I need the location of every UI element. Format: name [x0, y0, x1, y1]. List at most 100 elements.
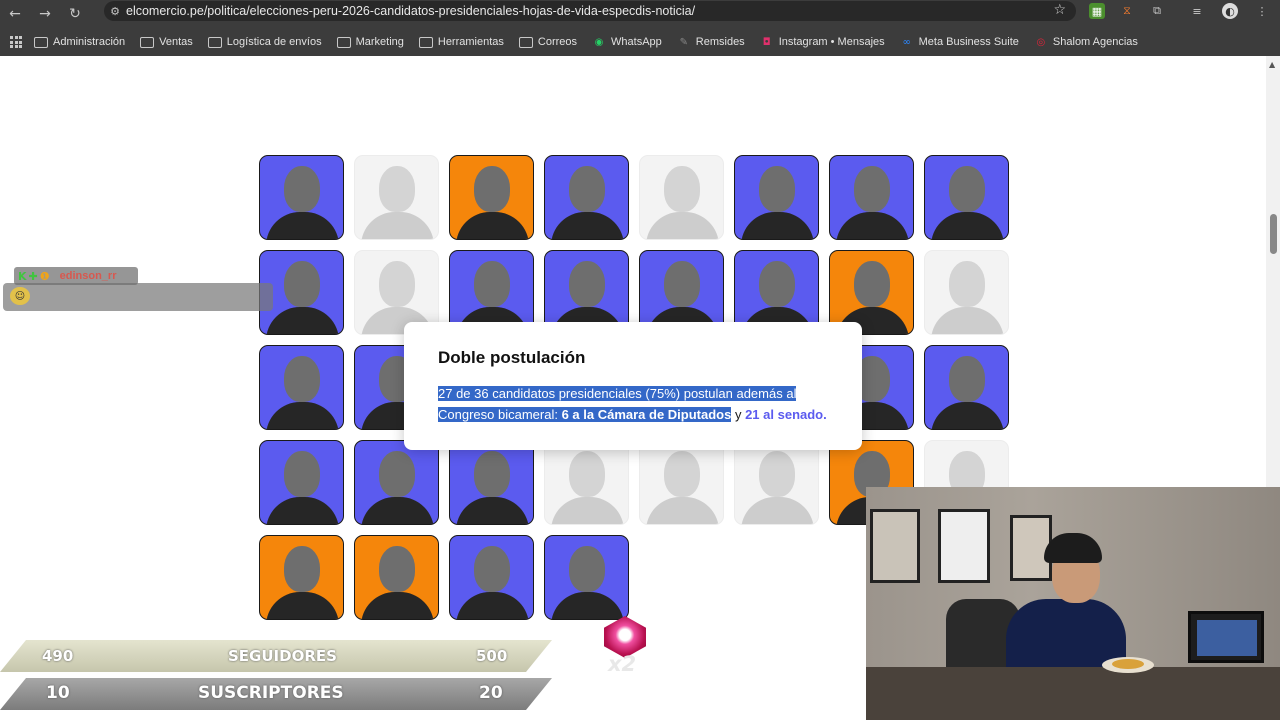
candidate-photo-body — [266, 307, 339, 334]
bookmark-remsides[interactable]: ✎ Remsides — [677, 36, 745, 48]
candidate-photo-head — [284, 356, 320, 402]
scroll-thumb[interactable] — [1270, 214, 1277, 254]
candidate-card[interactable] — [259, 535, 344, 620]
candidate-photo-head — [949, 261, 985, 307]
chat-user-tag: K ✚ ❶ edinson_rr — [14, 267, 138, 285]
candidate-photo-body — [361, 212, 434, 239]
candidate-photo-head — [949, 356, 985, 402]
media-control-icon[interactable]: ≡ — [1189, 3, 1205, 19]
candidate-photo-head — [854, 261, 890, 307]
candidate-photo-body — [646, 497, 719, 524]
candidate-card[interactable] — [829, 155, 914, 240]
back-button[interactable]: ← — [0, 0, 30, 28]
candidate-photo-head — [664, 166, 700, 212]
candidate-photo-body — [361, 592, 434, 619]
bookmark-ventas[interactable]: Ventas — [140, 36, 193, 48]
extension-icon-green[interactable]: ▦ — [1089, 3, 1105, 19]
instagram-icon: ◘ — [762, 36, 771, 48]
candidate-card[interactable] — [734, 155, 819, 240]
candidate-photo-head — [379, 261, 415, 307]
candidate-card[interactable] — [259, 345, 344, 430]
candidate-photo-head — [759, 261, 795, 307]
bookmark-star-icon[interactable]: ☆ — [1053, 2, 1066, 18]
candidate-photo-head — [759, 451, 795, 497]
folder-icon — [34, 36, 48, 48]
reload-button[interactable]: ↻ — [60, 0, 90, 28]
candidate-card[interactable] — [544, 535, 629, 620]
candidate-photo-body — [456, 497, 529, 524]
subscribers-goal: 20 — [479, 683, 503, 703]
bookmark-logistica[interactable]: Logística de envíos — [207, 36, 322, 48]
forward-button[interactable]: → — [30, 0, 60, 28]
candidate-card[interactable] — [259, 440, 344, 525]
candidate-photo-head — [759, 166, 795, 212]
candidate-photo-body — [266, 212, 339, 239]
candidate-photo-body — [741, 497, 814, 524]
scroll-up-arrow-icon[interactable]: ▲ — [1269, 60, 1275, 69]
candidate-photo-body — [741, 212, 814, 239]
level-badge-icon: ❶ — [39, 269, 50, 283]
candidate-card[interactable] — [449, 155, 534, 240]
candidate-card[interactable] — [449, 440, 534, 525]
candidate-card[interactable] — [924, 155, 1009, 240]
site-info-icon[interactable]: ⚙ — [104, 5, 126, 18]
popup-text-plain: y — [731, 407, 746, 422]
bookmark-shalom[interactable]: ◎ Shalom Agencias — [1034, 36, 1138, 48]
folder-icon — [336, 36, 351, 48]
candidate-card[interactable] — [639, 440, 724, 525]
emote-icon: ☺ — [10, 287, 30, 305]
candidate-card[interactable] — [639, 155, 724, 240]
plus-badge-icon: ✚ — [28, 269, 38, 283]
candidate-photo-head — [569, 261, 605, 307]
url-text[interactable]: elcomercio.pe/politica/elecciones-peru-2… — [126, 4, 695, 18]
candidate-photo-body — [551, 497, 624, 524]
candidate-photo-head — [474, 451, 510, 497]
candidate-photo-head — [379, 451, 415, 497]
candidate-photo-head — [379, 546, 415, 592]
candidate-card[interactable] — [354, 155, 439, 240]
candidate-card[interactable] — [354, 440, 439, 525]
extensions-puzzle-icon[interactable]: ⧉ — [1149, 3, 1165, 19]
bookmark-correos[interactable]: Correos — [518, 36, 577, 48]
menu-dots-icon[interactable]: ⋮ — [1254, 3, 1270, 19]
bookmark-meta[interactable]: ∞ Meta Business Suite — [900, 36, 1018, 48]
candidate-photo-body — [266, 497, 339, 524]
bookmark-marketing[interactable]: Marketing — [336, 36, 404, 48]
extension-icon-orange[interactable]: ⧖ — [1119, 3, 1135, 19]
profile-avatar-icon[interactable]: ◐ — [1222, 3, 1238, 19]
candidate-card[interactable] — [544, 155, 629, 240]
candidate-photo-head — [284, 166, 320, 212]
apps-grid-icon[interactable] — [10, 36, 22, 48]
food-plate — [1102, 657, 1154, 673]
folder-icon — [207, 36, 222, 48]
bookmark-instagram[interactable]: ◘ Instagram • Mensajes — [760, 36, 885, 48]
multiplier-label: x2 — [608, 652, 637, 676]
candidate-card[interactable] — [259, 155, 344, 240]
candidate-card[interactable] — [354, 535, 439, 620]
remsides-icon: ✎ — [679, 36, 688, 48]
candidate-photo-body — [266, 592, 339, 619]
candidate-card[interactable] — [924, 250, 1009, 335]
bookmark-whatsapp[interactable]: ◉ WhatsApp — [592, 36, 662, 48]
candidate-photo-head — [474, 261, 510, 307]
bookmark-administracion[interactable]: Administración — [34, 36, 125, 48]
candidate-photo-head — [284, 546, 320, 592]
candidate-photo-head — [949, 166, 985, 212]
candidate-card[interactable] — [544, 440, 629, 525]
followers-label: SEGUIDORES — [228, 647, 337, 665]
candidate-card[interactable] — [449, 535, 534, 620]
followers-current: 490 — [42, 647, 74, 665]
wall-frame-jordan — [938, 509, 990, 583]
bookmark-herramientas[interactable]: Herramientas — [418, 36, 504, 48]
subscribers-current: 10 — [46, 683, 70, 703]
doble-postulacion-popup: Doble postulación 27 de 36 candidatos pr… — [404, 322, 862, 450]
address-bar[interactable]: ⚙ elcomercio.pe/politica/elecciones-peru… — [104, 1, 1076, 21]
wall-frame — [870, 509, 920, 583]
candidate-card[interactable] — [924, 345, 1009, 430]
candidate-photo-body — [456, 212, 529, 239]
folder-icon — [418, 36, 433, 48]
candidate-card[interactable] — [734, 440, 819, 525]
whatsapp-icon: ◉ — [594, 36, 604, 48]
candidate-photo-head — [569, 166, 605, 212]
candidate-photo-head — [379, 166, 415, 212]
